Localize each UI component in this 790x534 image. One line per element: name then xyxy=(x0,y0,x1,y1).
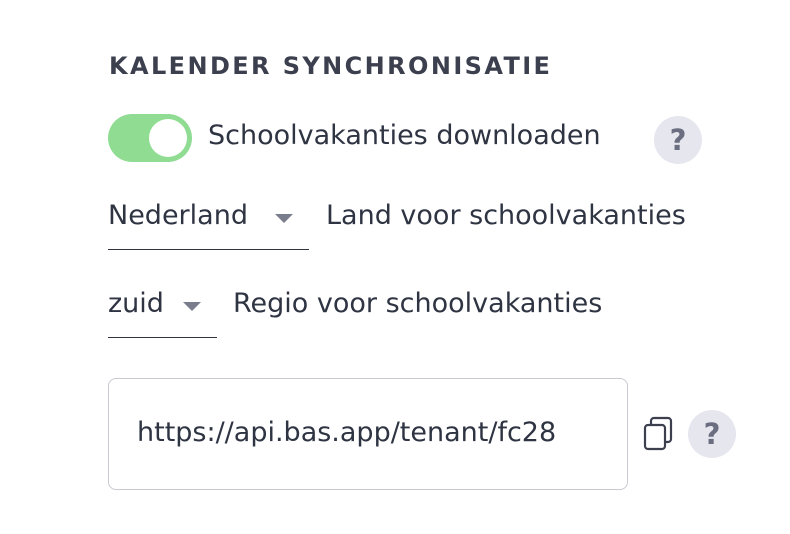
region-select[interactable]: zuid xyxy=(108,286,217,338)
toggle-knob xyxy=(149,119,187,157)
country-select-value: Nederland xyxy=(108,200,248,231)
help-icon[interactable]: ? xyxy=(688,410,736,458)
toggle-label: Schoolvakanties downloaden xyxy=(208,120,601,151)
chevron-down-icon xyxy=(183,302,201,311)
calendar-url-value: https://api.bas.app/tenant/fc28 xyxy=(137,417,557,448)
country-select-label: Land voor schoolvakanties xyxy=(326,200,686,231)
region-select-value: zuid xyxy=(108,288,164,319)
section-title: KALENDER SYNCHRONISATIE xyxy=(109,52,553,80)
country-select[interactable]: Nederland xyxy=(108,198,309,250)
help-icon[interactable]: ? xyxy=(654,116,702,164)
region-select-label: Regio voor schoolvakanties xyxy=(233,288,603,319)
calendar-sync-section: KALENDER SYNCHRONISATIE Schoolvakanties … xyxy=(0,0,790,534)
copy-icon[interactable] xyxy=(642,416,674,452)
calendar-url-field[interactable]: https://api.bas.app/tenant/fc28 xyxy=(108,378,628,490)
chevron-down-icon xyxy=(275,214,293,223)
schoolvakanties-toggle[interactable] xyxy=(108,114,192,162)
